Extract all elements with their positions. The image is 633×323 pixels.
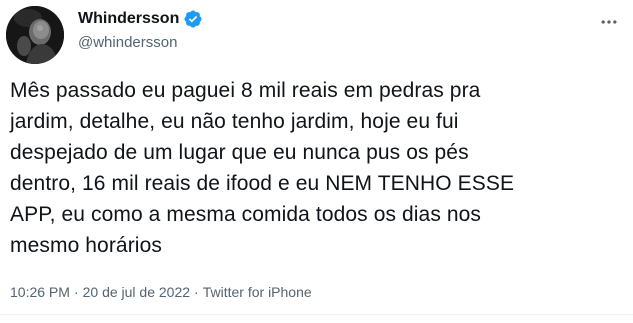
more-dots-icon: [601, 20, 617, 24]
tweet-card: Whindersson @whindersson Mês passado eu …: [0, 0, 633, 323]
verified-badge-icon: [183, 9, 203, 29]
author-display-name[interactable]: Whindersson: [78, 9, 179, 29]
meta-separator: ·: [194, 284, 199, 300]
author-handle[interactable]: @whindersson: [78, 33, 177, 53]
author-name-row: Whindersson: [78, 9, 203, 29]
meta-separator: ·: [73, 284, 79, 300]
tweet-text: Mês passado eu paguei 8 mil reais em ped…: [10, 79, 515, 257]
profile-avatar-image: [6, 6, 64, 64]
divider: [0, 314, 633, 323]
avatar[interactable]: [6, 6, 64, 64]
more-options-button[interactable]: [595, 10, 623, 34]
tweet-meta: 10:26 PM · 20 de jul de 2022 · Twitter f…: [10, 283, 312, 301]
tweet-source[interactable]: Twitter for iPhone: [203, 283, 312, 301]
tweet-time[interactable]: 10:26 PM: [10, 283, 70, 301]
tweet-date[interactable]: 20 de jul de 2022: [83, 283, 190, 301]
